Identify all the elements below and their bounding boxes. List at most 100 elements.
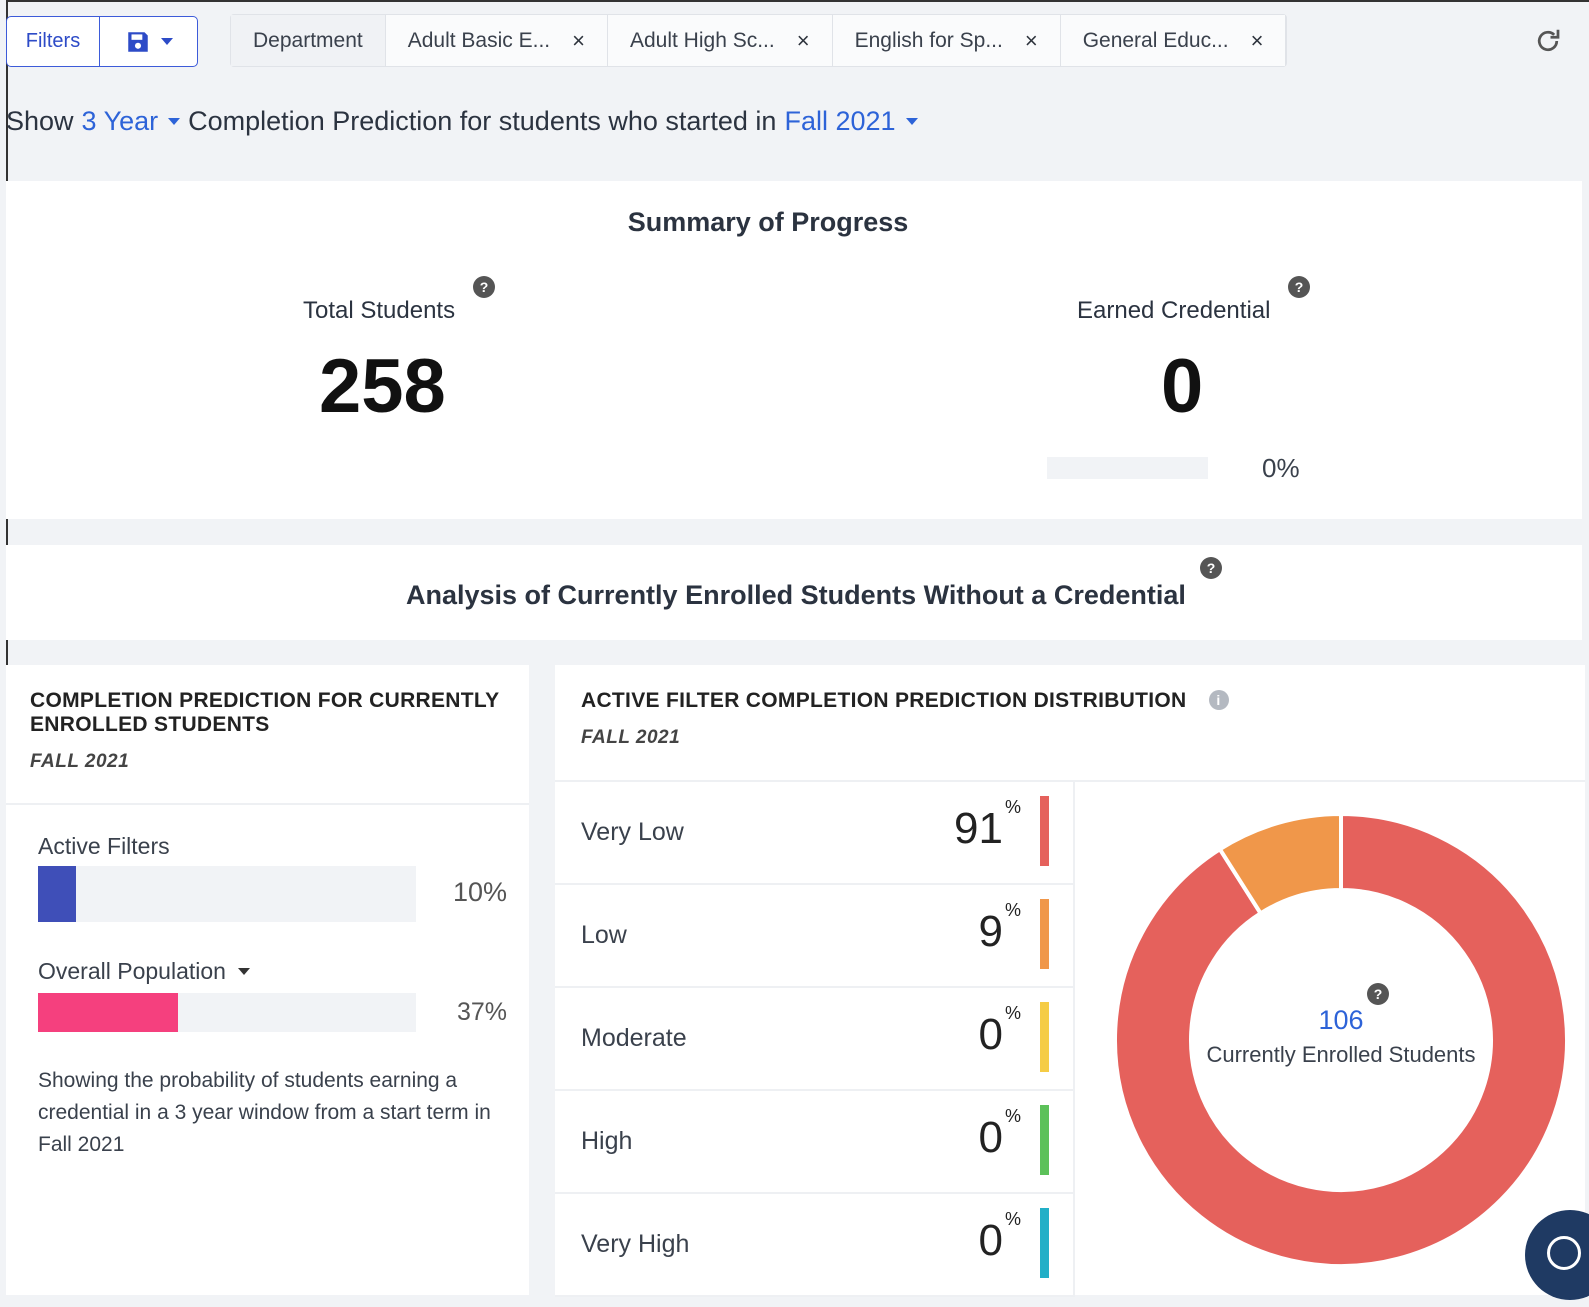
total-students-label: Total Students [303, 297, 456, 324]
help-chat-icon [1547, 1236, 1581, 1270]
distribution-row-label: Very Low [581, 818, 684, 846]
overall-population-bar-fill [38, 993, 178, 1032]
analysis-panel: Analysis of Currently Enrolled Students … [6, 545, 1582, 640]
active-filters-bar [38, 866, 416, 922]
card-subtitle: FALL 2021 [30, 751, 130, 772]
earned-credential-bar [1047, 457, 1208, 479]
filter-tab[interactable]: Department [231, 15, 386, 66]
distribution-row: Very Low 91% [555, 782, 1075, 885]
help-icon[interactable]: ? [1288, 276, 1310, 298]
filter-tab-label: General Educ... [1082, 28, 1229, 52]
filter-tab-label: Department [253, 28, 363, 52]
distribution-card: ACTIVE FILTER COMPLETION PREDICTION DIST… [555, 665, 1585, 1297]
distribution-row: Low 9% [555, 885, 1075, 988]
headline-show: Show [6, 106, 74, 136]
card-title-row: ACTIVE FILTER COMPLETION PREDICTION DIST… [581, 689, 1561, 713]
earned-credential-pct: 0% [1262, 453, 1300, 483]
filter-button-group: Filters [6, 16, 198, 67]
enrolled-label: Currently Enrolled Students [1206, 1042, 1476, 1067]
distribution-row-swatch [1040, 1002, 1049, 1072]
toolbar: Filters Department Adult Basic E... × Adult… [6, 14, 1581, 68]
summary-title: Summary of Progress [627, 207, 909, 237]
distribution-row-label: High [581, 1127, 633, 1155]
distribution-row: High 0% [555, 1091, 1075, 1194]
term-value: Fall 2021 [784, 106, 896, 136]
prediction-description: Showing the probability of students earn… [38, 1069, 491, 1156]
filter-tab[interactable]: Adult Basic E... × [385, 15, 608, 66]
card-title: ACTIVE FILTER COMPLETION PREDICTION DIST… [581, 689, 1187, 712]
card-subtitle: FALL 2021 [581, 727, 681, 748]
info-icon[interactable]: i [1208, 690, 1229, 710]
distribution-row-value: 91% [954, 797, 1021, 854]
card-header: ACTIVE FILTER COMPLETION PREDICTION DIST… [555, 665, 1585, 782]
distribution-row-value: 9% [978, 900, 1022, 957]
active-filters-pct: 10% [452, 877, 507, 907]
close-icon[interactable]: × [572, 28, 585, 54]
earned-credential-label: Earned Credential [1077, 297, 1271, 324]
percent-sign: % [1004, 1003, 1021, 1024]
summary-panel: Summary of Progress Total Students ? 258… [6, 181, 1582, 519]
distribution-row: Moderate 0% [555, 988, 1075, 1091]
percent-sign: % [1004, 1209, 1021, 1230]
window-dropdown[interactable]: 3 Year [82, 106, 181, 137]
card-header: COMPLETION PREDICTION FOR CURRENTLY ENRO… [6, 665, 529, 805]
filter-tabs: Department Adult Basic E... × Adult High Sc… [230, 14, 1288, 67]
filter-tab-label: Adult High Sc... [629, 28, 775, 52]
headline-middle: Completion Prediction for students who s… [188, 106, 777, 136]
enrolled-count: 106 [1318, 1005, 1364, 1035]
distribution-row-swatch [1040, 796, 1049, 866]
page-headline: Show 3 Year Completion Prediction for st… [6, 106, 918, 137]
distribution-row: Very High 0% [555, 1194, 1075, 1297]
distribution-row-number: 0 [978, 1010, 1003, 1059]
distribution-row-value: 0% [978, 1003, 1022, 1060]
active-filters-label: Active Filters [38, 833, 170, 860]
card-title: COMPLETION PREDICTION FOR CURRENTLY ENRO… [30, 689, 500, 736]
filter-tab-label: English for Sp... [854, 28, 1003, 52]
distribution-row-number: 0 [978, 1216, 1003, 1265]
distribution-row-swatch [1040, 1208, 1049, 1278]
close-icon[interactable]: × [1251, 28, 1264, 54]
filter-tab[interactable]: General Educ... × [1060, 15, 1287, 66]
distribution-row-swatch [1040, 899, 1049, 969]
overall-population-pct: 37% [456, 998, 507, 1026]
active-filters-bar-fill [38, 866, 76, 922]
chevron-down-icon [168, 118, 181, 125]
floppy-disk-icon [127, 31, 148, 52]
filter-tab-label: Adult Basic E... [407, 28, 551, 52]
total-students-value: 258 [319, 344, 446, 429]
completion-prediction-card: COMPLETION PREDICTION FOR CURRENTLY ENRO… [6, 665, 529, 1295]
overall-population-text: Overall Population [38, 958, 226, 984]
help-icon[interactable]: ? [1367, 983, 1389, 1005]
donut-center: 106 Currently Enrolled Students [1191, 1005, 1491, 1068]
active-filters-text: Active Filters [38, 833, 170, 859]
filter-tab[interactable]: English for Sp... × [832, 15, 1061, 66]
overall-population-dropdown[interactable]: Overall Population [38, 958, 250, 985]
term-dropdown[interactable]: Fall 2021 [784, 106, 918, 137]
chevron-down-icon [237, 968, 250, 975]
distribution-row-swatch [1040, 1105, 1049, 1175]
earned-credential-value: 0 [1161, 344, 1204, 429]
chevron-down-icon [160, 38, 173, 45]
distribution-row-label: Moderate [581, 1024, 687, 1052]
help-icon[interactable]: ? [473, 276, 495, 298]
distribution-row-label: Very High [581, 1230, 690, 1258]
close-icon[interactable]: × [797, 28, 810, 54]
distribution-row-value: 0% [978, 1106, 1022, 1163]
distribution-list: Very Low 91% Low 9% Moderate 0% High 0% Very Hig… [555, 782, 1075, 1297]
percent-sign: % [1004, 1106, 1021, 1127]
analysis-title: Analysis of Currently Enrolled Students … [406, 580, 1186, 610]
window-value: 3 Year [81, 106, 159, 136]
save-dropdown-button[interactable] [100, 17, 197, 66]
distribution-row-number: 0 [978, 1113, 1003, 1162]
refresh-icon[interactable] [1533, 26, 1563, 56]
filters-button[interactable]: Filters [7, 17, 100, 66]
close-icon[interactable]: × [1025, 28, 1038, 54]
overall-population-bar [38, 993, 416, 1032]
distribution-row-number: 91 [954, 804, 1003, 853]
chevron-down-icon [905, 118, 918, 125]
filter-tab[interactable]: Adult High Sc... × [607, 15, 833, 66]
distribution-row-label: Low [581, 921, 627, 949]
help-icon[interactable]: ? [1200, 557, 1222, 579]
distribution-row-number: 9 [978, 907, 1003, 956]
percent-sign: % [1004, 900, 1021, 921]
